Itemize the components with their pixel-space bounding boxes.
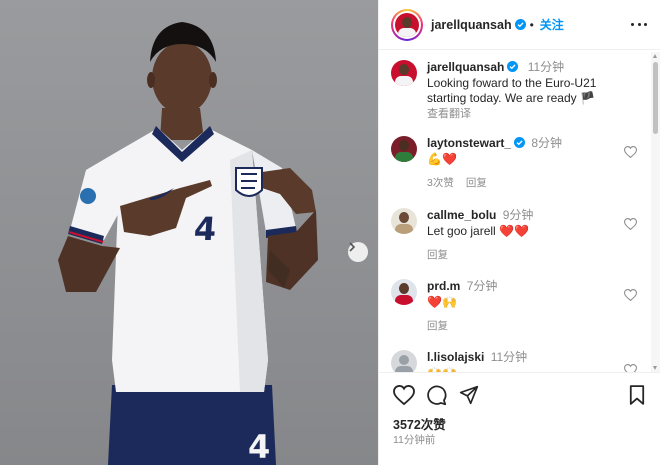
post-actions: 3572次赞 11分钟前	[379, 372, 660, 465]
comment-item: prd.m 7分钟 ❤️🙌 回复	[391, 279, 649, 337]
avatar[interactable]	[391, 279, 417, 305]
author-username[interactable]: jarellquansah	[431, 18, 512, 32]
post-header: jarellquansah • 关注	[379, 0, 660, 50]
paper-plane-icon[interactable]	[459, 385, 479, 405]
comment-time: 9分钟	[502, 208, 534, 222]
heart-icon[interactable]	[624, 218, 637, 230]
scrollbar-thumb[interactable]	[653, 62, 658, 134]
comment-username[interactable]: callme_bolu	[427, 208, 496, 222]
comment-time: 7分钟	[466, 279, 498, 293]
follow-button[interactable]: 关注	[540, 16, 564, 33]
scroll-down-arrow[interactable]	[653, 366, 657, 370]
heart-icon[interactable]	[624, 146, 637, 158]
reply-button[interactable]: 回复	[427, 320, 448, 332]
comments-list: jarellquansah 11分钟 Looking foward to the…	[379, 52, 651, 372]
next-image-button[interactable]	[348, 242, 368, 262]
reply-button[interactable]: 回复	[466, 177, 487, 189]
comment-likes[interactable]: 3次赞	[427, 177, 454, 189]
verified-badge-icon	[514, 19, 526, 30]
shirt-number: 4	[192, 210, 218, 248]
caption-text: Looking foward to the Euro-U21 starting …	[427, 76, 597, 105]
verified-badge-icon	[514, 137, 526, 148]
more-options-icon[interactable]	[631, 18, 647, 30]
heart-icon[interactable]	[624, 289, 637, 301]
comment-time: 11分钟	[490, 350, 528, 364]
avatar[interactable]	[391, 60, 417, 86]
heart-icon[interactable]	[393, 385, 415, 405]
caption-username[interactable]: jarellquansah	[427, 60, 504, 74]
heart-icon[interactable]	[624, 364, 637, 372]
bookmark-icon[interactable]	[629, 385, 645, 405]
avatar[interactable]	[391, 136, 417, 162]
comment-time: 8分钟	[531, 136, 563, 150]
comments-scrollbar[interactable]	[651, 52, 660, 372]
comment-text: 💪❤️	[427, 152, 457, 166]
post-side-panel: jarellquansah • 关注 jarellquansah 11分钟 Lo…	[378, 0, 660, 465]
comment-item: callme_bolu 9分钟 Let goo jarell ❤️❤️ 回复	[391, 208, 649, 266]
post-image: 4 4	[0, 0, 378, 465]
caption-time: 11分钟	[527, 60, 565, 74]
comment-username[interactable]: laytonstewart_	[427, 136, 511, 150]
comment-item: l.lisolajski 11分钟 🙌🙌	[391, 350, 649, 372]
translate-link[interactable]: 查看翻译	[427, 105, 639, 121]
likes-count[interactable]: 3572次赞	[393, 414, 446, 433]
avatar[interactable]	[391, 350, 417, 372]
shorts-number: 4	[248, 428, 271, 465]
avatar[interactable]	[391, 208, 417, 234]
comment-username[interactable]: prd.m	[427, 279, 460, 293]
verified-badge-icon	[507, 61, 519, 72]
player-photo	[58, 22, 318, 465]
comment-text: Let goo jarell ❤️❤️	[427, 224, 529, 238]
scroll-up-arrow[interactable]	[653, 54, 657, 58]
caption: jarellquansah 11分钟 Looking foward to the…	[391, 60, 649, 121]
comment-username[interactable]: l.lisolajski	[427, 350, 484, 364]
comment-text: ❤️🙌	[427, 295, 457, 309]
chevron-right-icon	[349, 242, 356, 252]
avatar-image	[395, 12, 419, 37]
reply-button[interactable]: 回复	[427, 249, 448, 261]
author-avatar[interactable]	[391, 8, 423, 41]
comment-icon[interactable]	[426, 385, 447, 406]
comment-item: laytonstewart_ 8分钟 💪❤️ 3次赞 回复	[391, 136, 649, 194]
post-timestamp: 11分钟前	[393, 434, 436, 446]
